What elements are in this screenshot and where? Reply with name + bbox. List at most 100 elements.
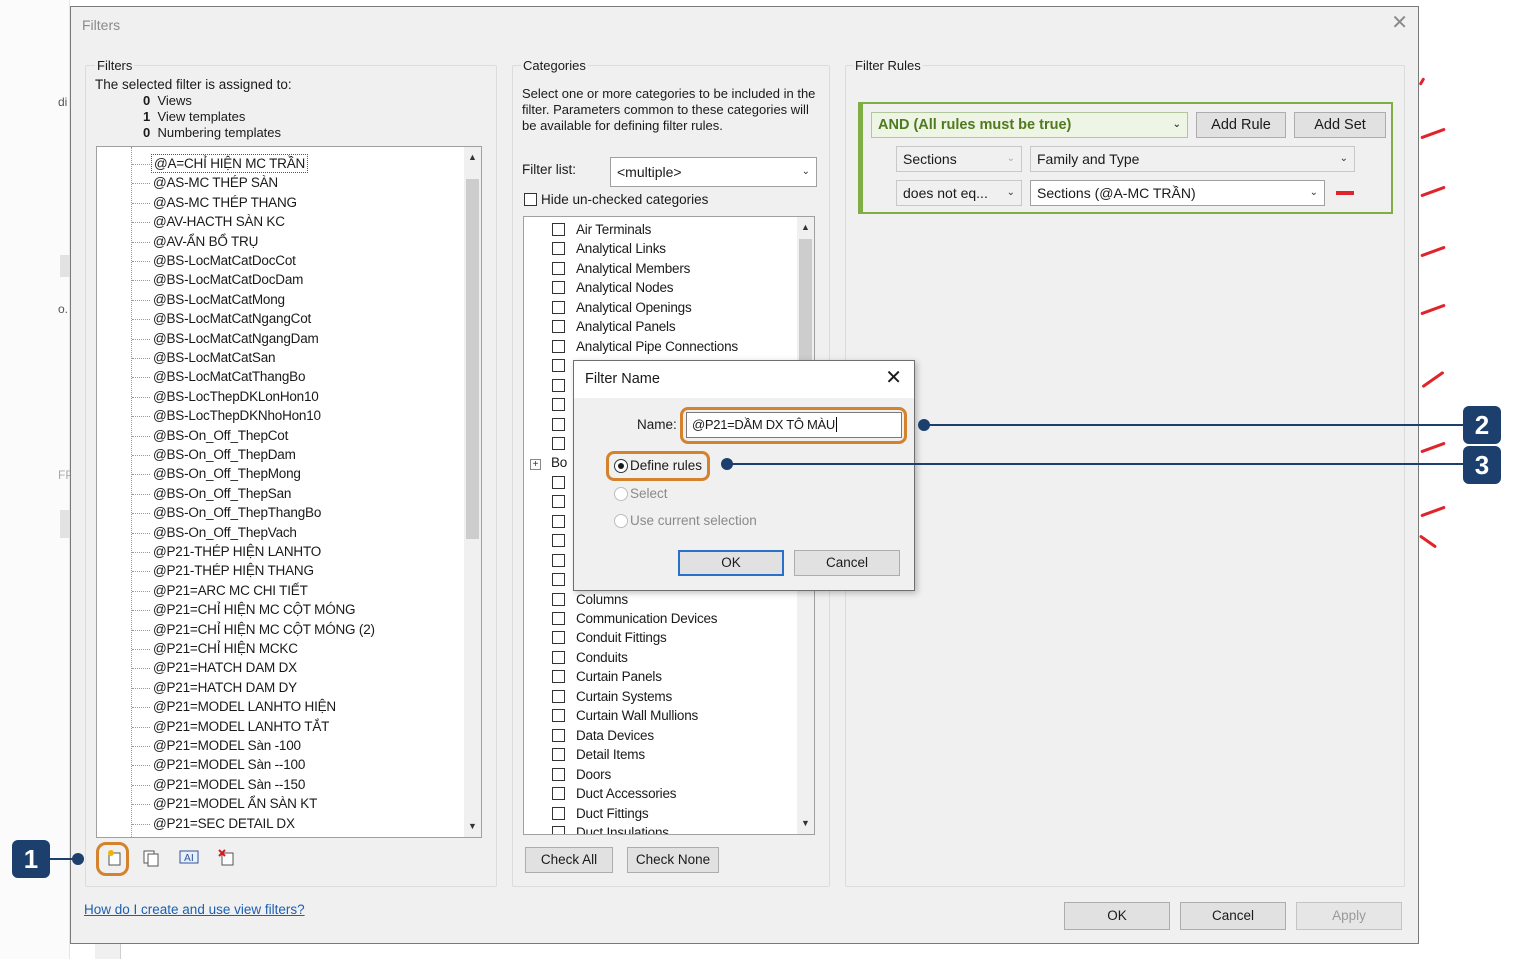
filter-item[interactable]: @P21=MODEL Sàn --150	[153, 775, 305, 794]
filter-item[interactable]: @BS-LocMatCatDocDam	[153, 270, 303, 289]
duplicate-icon[interactable]	[141, 849, 161, 869]
category-checkbox[interactable]	[552, 300, 565, 314]
filter-item[interactable]: @BS-On_Off_ThepCot	[153, 426, 288, 445]
category-checkbox[interactable]	[552, 650, 565, 664]
ok-button[interactable]: OK	[1064, 902, 1170, 930]
category-checkbox[interactable]	[552, 359, 565, 373]
cancel-button[interactable]: Cancel	[1180, 902, 1286, 930]
rule-operator-dropdown[interactable]: does not eq... ⌄	[896, 180, 1022, 206]
scroll-down-icon[interactable]: ▼	[464, 818, 481, 835]
category-checkbox[interactable]	[552, 534, 565, 548]
delete-icon[interactable]	[217, 849, 237, 869]
filter-list-dropdown[interactable]: <multiple> ⌄	[610, 157, 817, 187]
category-checkbox[interactable]	[552, 320, 565, 334]
category-checkbox[interactable]	[552, 398, 565, 412]
scroll-thumb[interactable]	[799, 239, 812, 374]
filter-item[interactable]: @P21=HATCH DAM DX	[153, 658, 297, 677]
rule-parameter-dropdown[interactable]: Family and Type ⌄	[1030, 146, 1355, 172]
filter-item[interactable]: @P21=ARC MC CHI TIẾT	[153, 581, 308, 600]
filter-item[interactable]: @BS-LocMatCatDocCot	[153, 251, 296, 270]
filter-item[interactable]: @AV-HACTH SÀN KC	[153, 212, 285, 231]
category-checkbox[interactable]	[552, 495, 565, 509]
filter-item[interactable]: @BS-LocMatCatMong	[153, 290, 285, 309]
close-icon[interactable]: ✕	[885, 365, 902, 390]
filter-item[interactable]: @BS-LocMatCatSan	[153, 348, 276, 367]
filter-item[interactable]: @BS-On_Off_ThepDam	[153, 445, 296, 464]
check-none-button[interactable]: Check None	[627, 847, 719, 873]
filter-item[interactable]: @BS-On_Off_ThepSan	[153, 484, 291, 503]
rule-field-dropdown[interactable]: Sections ⌄	[896, 146, 1022, 172]
add-rule-button[interactable]: Add Rule	[1196, 112, 1286, 138]
category-checkbox[interactable]	[552, 417, 565, 431]
category-checkbox[interactable]	[552, 767, 565, 781]
scroll-down-icon[interactable]: ▼	[797, 815, 814, 832]
category-checkbox[interactable]	[552, 242, 565, 256]
category-checkbox[interactable]	[552, 709, 565, 723]
add-set-button[interactable]: Add Set	[1294, 112, 1386, 138]
category-checkbox[interactable]	[552, 378, 565, 392]
filter-item[interactable]: @P21=MODEL ẨN SÀN KT	[153, 794, 317, 813]
rule-value-dropdown[interactable]: Sections (@A-MC TRẦN) ⌄	[1030, 180, 1325, 206]
category-checkbox[interactable]	[552, 475, 565, 489]
filter-item[interactable]: @A=CHỈ HIỆN MC TRẦN	[151, 154, 309, 173]
category-checkbox[interactable]	[552, 612, 565, 625]
category-checkbox[interactable]	[552, 261, 565, 275]
remove-rule-icon[interactable]	[1336, 191, 1354, 195]
category-checkbox[interactable]	[552, 281, 565, 295]
hide-unchecked-checkbox[interactable]	[524, 193, 537, 206]
category-checkbox[interactable]	[552, 689, 565, 703]
use-current-selection-radio[interactable]	[614, 514, 628, 528]
expand-icon[interactable]: +	[530, 459, 541, 471]
category-checkbox[interactable]	[552, 670, 565, 684]
filter-item[interactable]: @AS-MC THÉP THANG	[153, 193, 297, 212]
filter-item[interactable]: @AS-MC THÉP SÀN	[153, 173, 278, 192]
filter-item[interactable]: @BS-LocThepDKNhoHon10	[153, 406, 321, 425]
category-checkbox[interactable]	[552, 806, 565, 820]
category-checkbox[interactable]	[552, 223, 565, 236]
filter-item[interactable]: @AV-ẨN BỔ TRỤ	[153, 232, 258, 251]
category-checkbox[interactable]	[552, 728, 565, 742]
category-checkbox[interactable]	[552, 553, 565, 567]
filter-item[interactable]: @P21=HATCH DAM DY	[153, 678, 297, 697]
filter-item[interactable]: @BS-On_Off_ThepVach	[153, 523, 297, 542]
select-radio[interactable]	[614, 487, 628, 501]
apply-button[interactable]: Apply	[1296, 902, 1402, 930]
filter-item[interactable]: @BS-On_Off_ThepMong	[153, 464, 301, 483]
filter-item[interactable]: @BS-LocMatCatNgangDam	[153, 329, 319, 348]
filters-scrollbar[interactable]: ▲ ▼	[464, 147, 481, 837]
help-link[interactable]: How do I create and use view filters?	[84, 902, 305, 917]
scroll-thumb[interactable]	[466, 179, 479, 539]
filter-item[interactable]: @P21=SEC DETAIL DX	[153, 814, 295, 833]
rename-icon[interactable]: AI	[179, 849, 199, 869]
filter-item[interactable]: @BS-On_Off_ThepThangBo	[153, 503, 321, 522]
check-all-button[interactable]: Check All	[525, 847, 613, 873]
category-checkbox[interactable]	[552, 787, 565, 801]
filter-item[interactable]: @BS-LocThepDKLonHon10	[153, 387, 319, 406]
filter-name-ok-button[interactable]: OK	[678, 550, 784, 576]
filter-item[interactable]: @P21=MODEL LANHTO TẮT	[153, 717, 329, 736]
filter-item[interactable]: @BS-LocMatCatThangBo	[153, 367, 305, 386]
filter-item[interactable]: @P21-THÉP HIỆN THANG	[153, 561, 314, 580]
filter-item[interactable]: @P21=CHỈ HIỆN MC CỘT MÓNG (2)	[153, 620, 375, 639]
logic-dropdown[interactable]: AND (All rules must be true) ⌄	[871, 112, 1188, 138]
category-checkbox[interactable]	[552, 339, 565, 353]
filter-item[interactable]: @BS-LocMatCatNgangCot	[153, 309, 311, 328]
scroll-up-icon[interactable]: ▲	[797, 219, 814, 236]
filter-item[interactable]: @P21=CHỈ HIỆN MCKC	[153, 639, 298, 658]
filters-list[interactable]: ▲ ▼ @A=CHỈ HIỆN MC TRẦN @AS-MC THÉP SÀN @A…	[96, 146, 482, 838]
category-checkbox[interactable]	[552, 436, 565, 450]
category-checkbox[interactable]	[552, 514, 565, 528]
filter-item[interactable]: @P21=MODEL LANHTO HIỆN	[153, 697, 336, 716]
filter-name-cancel-button[interactable]: Cancel	[794, 550, 900, 576]
filter-item[interactable]: @P21=MODEL Sàn --100	[153, 755, 305, 774]
filter-item[interactable]: @P21=CHỈ HIỆN MC CỘT MÓNG	[153, 600, 356, 619]
filter-item[interactable]: @P21=MODEL Sàn -100	[153, 736, 301, 755]
filter-item[interactable]: @P21-THÉP HIỆN LANHTO	[153, 542, 321, 561]
filter-item[interactable]: @P21=SEC DETAIL DY	[153, 833, 295, 837]
scroll-up-icon[interactable]: ▲	[464, 149, 481, 166]
category-checkbox[interactable]	[552, 573, 565, 587]
category-checkbox[interactable]	[552, 825, 565, 834]
category-checkbox[interactable]	[552, 748, 565, 762]
category-checkbox[interactable]	[552, 592, 565, 606]
close-icon[interactable]: ✕	[1391, 11, 1408, 35]
